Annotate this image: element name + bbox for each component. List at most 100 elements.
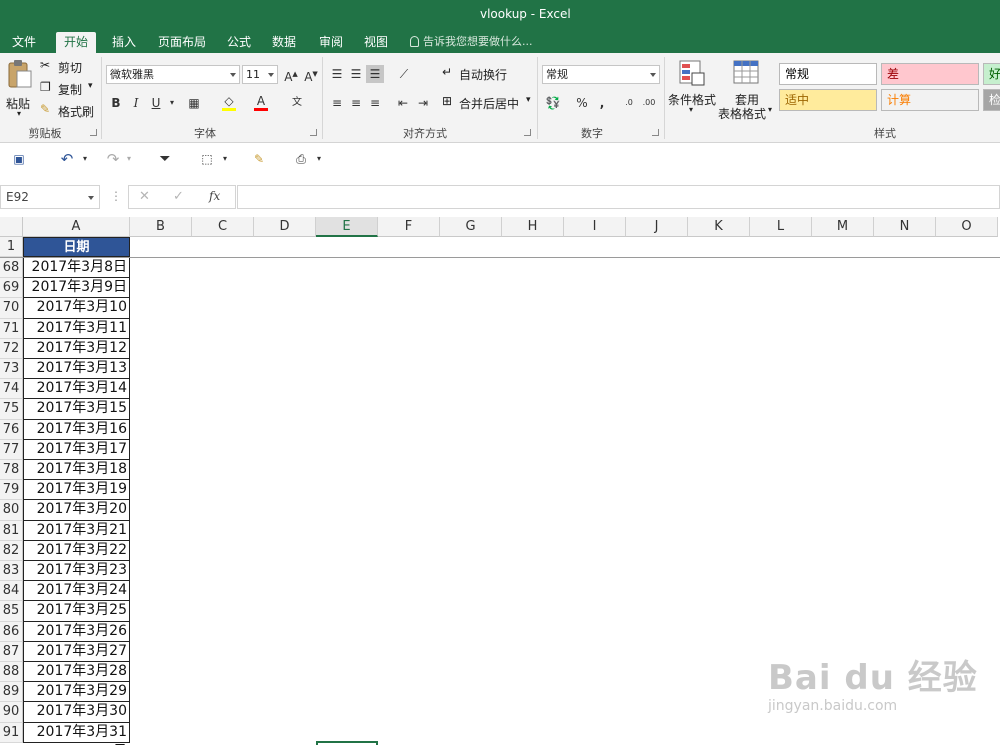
date-cell[interactable]: 2017年3月26日 bbox=[23, 621, 130, 658]
cut-button[interactable]: ✂ 剪切 bbox=[40, 58, 100, 76]
tab-home[interactable]: 开始 bbox=[56, 32, 97, 53]
borders-icon[interactable]: ▦ bbox=[185, 94, 203, 112]
filter-icon[interactable]: ⏷ bbox=[156, 150, 174, 168]
undo-icon[interactable]: ↶ bbox=[58, 150, 76, 168]
row-header[interactable]: 85 bbox=[0, 601, 23, 622]
align-middle-icon[interactable]: ☰ bbox=[347, 65, 365, 83]
chevron-down-icon[interactable]: ▾ bbox=[76, 150, 94, 168]
name-box[interactable]: E92 bbox=[0, 185, 100, 209]
date-cell[interactable]: 2017年3月17日 bbox=[23, 439, 130, 476]
header-cell-date[interactable]: 日期 bbox=[23, 237, 130, 257]
font-size-select[interactable]: 11 bbox=[242, 65, 278, 84]
percent-button[interactable]: % bbox=[573, 94, 591, 112]
cancel-icon[interactable]: ✕ bbox=[139, 189, 150, 204]
column-header-h[interactable]: H bbox=[502, 217, 564, 237]
decrease-indent-icon[interactable]: ⇤ bbox=[394, 94, 412, 112]
formula-input[interactable] bbox=[237, 185, 1000, 209]
format-painter-button[interactable]: ✎ 格式刷 bbox=[40, 102, 100, 120]
style-normal[interactable]: 常规 bbox=[779, 63, 877, 85]
tab-formulas[interactable]: 公式 bbox=[219, 32, 259, 53]
number-format-select[interactable]: 常规 bbox=[542, 65, 660, 84]
save-icon[interactable]: ▣ bbox=[10, 150, 28, 168]
format-as-table-button[interactable]: 套用 表格格式 ▾ bbox=[718, 59, 776, 121]
fill-color-icon[interactable]: ◇ bbox=[220, 94, 238, 112]
row-header[interactable]: 76 bbox=[0, 419, 23, 440]
date-cell[interactable]: 2017年3月28日 bbox=[23, 662, 130, 698]
row-header[interactable]: 74 bbox=[0, 379, 23, 400]
column-header-d[interactable]: D bbox=[254, 217, 316, 237]
column-header-k[interactable]: K bbox=[688, 217, 750, 237]
row-header[interactable]: 68 bbox=[0, 258, 23, 279]
font-color-icon[interactable]: A bbox=[252, 94, 270, 112]
tab-view[interactable]: 视图 bbox=[356, 32, 396, 53]
increase-font-icon[interactable]: A▲ bbox=[282, 65, 300, 84]
clipboard-launcher[interactable] bbox=[90, 129, 97, 136]
row-header[interactable]: 69 bbox=[0, 278, 23, 299]
row-header[interactable]: 88 bbox=[0, 662, 23, 683]
increase-decimal-icon[interactable]: .0 bbox=[620, 94, 638, 112]
insert-function-icon[interactable]: fx bbox=[209, 189, 220, 203]
column-header-i[interactable]: I bbox=[564, 217, 626, 237]
style-good[interactable]: 好 bbox=[983, 63, 1000, 85]
brush-icon[interactable]: ✎ bbox=[250, 150, 268, 168]
column-header-c[interactable]: C bbox=[192, 217, 254, 237]
alignment-launcher[interactable] bbox=[524, 129, 531, 136]
align-center-icon[interactable]: ≡ bbox=[347, 94, 365, 112]
date-cell[interactable]: 2017年3月10日 bbox=[23, 298, 130, 335]
align-right-icon[interactable]: ≡ bbox=[366, 94, 384, 112]
date-cell[interactable]: 2017年3月15日 bbox=[23, 399, 130, 436]
row-header[interactable]: 87 bbox=[0, 641, 23, 662]
tab-insert[interactable]: 插入 bbox=[104, 32, 144, 53]
tab-page-layout[interactable]: 页面布局 bbox=[150, 32, 214, 53]
row-header[interactable]: 83 bbox=[0, 561, 23, 582]
style-neutral[interactable]: 适中 bbox=[779, 89, 877, 111]
comma-button[interactable]: , bbox=[593, 94, 611, 112]
font-launcher[interactable] bbox=[310, 129, 317, 136]
row-header[interactable]: 78 bbox=[0, 460, 23, 481]
date-cell[interactable]: 2017年3月12日 bbox=[23, 338, 130, 375]
row-header[interactable]: 90 bbox=[0, 702, 23, 723]
date-cell[interactable]: 2017年3月13日 bbox=[23, 359, 130, 395]
date-cell[interactable]: 2017年3月18日 bbox=[23, 460, 130, 496]
tab-file[interactable]: 文件 bbox=[4, 32, 44, 53]
chevron-down-icon[interactable]: ▾ bbox=[310, 150, 328, 168]
tab-review[interactable]: 审阅 bbox=[311, 32, 351, 53]
row-header[interactable]: 71 bbox=[0, 318, 23, 339]
date-cell[interactable]: 2017年3月22日 bbox=[23, 540, 130, 577]
paste-button[interactable]: 粘贴 ▾ bbox=[4, 57, 34, 119]
printer-icon[interactable]: ⎙ bbox=[292, 150, 310, 168]
date-cell[interactable]: 2017年3月31日 bbox=[23, 722, 130, 745]
date-cell[interactable]: 2017年3月11日 bbox=[23, 318, 130, 355]
style-check[interactable]: 检 bbox=[983, 89, 1000, 111]
date-cell[interactable]: 2017年3月29日 bbox=[23, 682, 130, 718]
column-header-j[interactable]: J bbox=[626, 217, 688, 237]
select-all-corner[interactable] bbox=[0, 217, 23, 237]
column-header-b[interactable]: B bbox=[130, 217, 192, 237]
row-header[interactable]: 91 bbox=[0, 722, 23, 743]
date-cell[interactable]: 2017年3月20日 bbox=[23, 500, 130, 537]
date-cell[interactable]: 2017年3月30日 bbox=[23, 702, 130, 739]
conditional-formatting-button[interactable]: 条件格式 ▾ bbox=[668, 59, 716, 121]
chevron-down-icon[interactable]: ▾ bbox=[216, 150, 234, 168]
row-header[interactable]: 86 bbox=[0, 621, 23, 642]
row-header[interactable]: 70 bbox=[0, 298, 23, 319]
number-launcher[interactable] bbox=[652, 129, 659, 136]
merge-center-button[interactable]: ⊞ 合并后居中 ▾ bbox=[442, 94, 537, 112]
orientation-icon[interactable]: ⟋ bbox=[395, 65, 413, 83]
column-header-a[interactable]: A bbox=[23, 217, 130, 237]
phonetic-icon[interactable]: 文 bbox=[288, 94, 306, 112]
row-header[interactable]: 72 bbox=[0, 338, 23, 359]
row-header[interactable]: 79 bbox=[0, 480, 23, 501]
row-header[interactable]: 73 bbox=[0, 359, 23, 380]
italic-button[interactable]: I bbox=[127, 94, 145, 112]
align-top-icon[interactable]: ☰ bbox=[328, 65, 346, 83]
bold-button[interactable]: B bbox=[107, 94, 125, 112]
date-cell[interactable]: 2017年3月23日 bbox=[23, 561, 130, 597]
currency-icon[interactable]: 💱 bbox=[544, 94, 562, 112]
chevron-down-icon[interactable]: ▾ bbox=[163, 94, 181, 112]
date-cell[interactable]: 2017年3月19日 bbox=[23, 480, 130, 516]
column-header-n[interactable]: N bbox=[874, 217, 936, 237]
date-cell[interactable]: 2017年3月25日 bbox=[23, 601, 130, 638]
copy-button[interactable]: ❐ 复制 ▾ bbox=[40, 80, 100, 98]
font-name-select[interactable]: 微软雅黑 bbox=[106, 65, 240, 84]
